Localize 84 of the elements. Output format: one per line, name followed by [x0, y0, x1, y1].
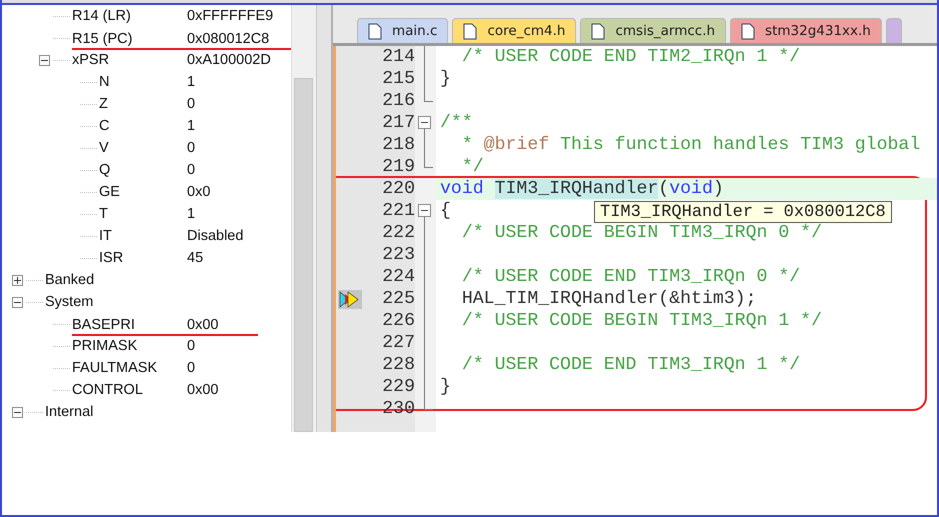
register-name: Banked — [45, 272, 96, 288]
register-value: 0 — [187, 360, 196, 376]
register-name: C — [99, 118, 110, 134]
register-value: 0x00 — [187, 316, 218, 332]
register-value: 0xA100002D — [187, 52, 271, 68]
code-line: /* USER CODE END TIM3_IRQn 1 */ — [460, 354, 800, 376]
register-name: System — [45, 294, 94, 310]
fold-end-line — [424, 156, 433, 168]
collapse-button[interactable] — [12, 296, 23, 308]
register-value: 0 — [187, 338, 196, 354]
code-line: void TIM3_IRQHandler(void) — [439, 178, 724, 200]
line-number: 218 — [382, 135, 415, 155]
register-name: T — [99, 206, 109, 222]
code-line: */ — [460, 156, 484, 178]
code-line: /* USER CODE END TIM2_IRQn 1 */ — [460, 46, 800, 68]
line-number: 228 — [382, 355, 415, 375]
register-name: FAULTMASK — [72, 360, 158, 376]
collapse-button[interactable] — [12, 406, 23, 418]
line-number: 216 — [382, 91, 415, 111]
expand-button[interactable] — [12, 274, 23, 286]
tooltip: TIM3_IRQHandler = 0x080012C8 — [594, 201, 892, 223]
line-number: 219 — [382, 157, 415, 177]
code-line: } — [439, 376, 451, 398]
fold-button[interactable] — [418, 204, 431, 217]
code-line: * @brief This function handles TIM3 global — [460, 134, 920, 156]
register-value: 45 — [187, 250, 204, 266]
register-name: Z — [99, 96, 109, 112]
scrollbar[interactable] — [291, 5, 316, 432]
file-icon — [591, 22, 606, 40]
register-name: xPSR — [72, 52, 110, 68]
line-number: 214 — [382, 47, 415, 67]
register-value: 0x080012C8 — [187, 30, 270, 46]
register-value: 0 — [187, 162, 196, 178]
code-line: /* USER CODE BEGIN TIM3_IRQn 0 */ — [460, 222, 822, 244]
collapse-button[interactable] — [39, 54, 50, 66]
line-number: 222 — [382, 223, 415, 243]
register-value: 0x0 — [187, 184, 210, 200]
register-name: BASEPRI — [72, 316, 136, 332]
register-value: 0x00 — [187, 382, 218, 398]
register-name: IT — [99, 228, 113, 244]
register-name: R14 (LR) — [72, 8, 132, 24]
editor-tab[interactable]: stm32g431xx.h — [730, 18, 882, 43]
register-name: N — [99, 74, 110, 90]
editor-tab[interactable]: cmsis_armcc.h — [580, 18, 726, 43]
register-value: 1 — [187, 206, 196, 222]
line-number: 220 — [382, 179, 415, 199]
line-number: 229 — [382, 377, 415, 397]
line-number: 223 — [382, 245, 415, 265]
code-line: { — [439, 200, 451, 222]
code-line: /* USER CODE END TIM3_IRQn 0 */ — [460, 266, 800, 288]
editor-tab[interactable]: main.c — [357, 18, 448, 43]
fold-button[interactable] — [418, 116, 431, 129]
register-name: V — [99, 140, 110, 156]
file-icon — [368, 22, 382, 40]
code-line: HAL_TIM_IRQHandler(&htim3); — [460, 288, 757, 310]
code-line: } — [439, 68, 451, 90]
register-name: CONTROL — [72, 382, 144, 398]
register-value: 1 — [187, 74, 196, 90]
register-name: ISR — [99, 250, 124, 266]
line-number: 225 — [382, 289, 415, 309]
fold-end-line — [424, 90, 433, 102]
scrollbar-thumb[interactable] — [294, 78, 313, 432]
line-number: 227 — [382, 333, 415, 353]
editor-tab[interactable]: core_cm4.h — [452, 18, 576, 43]
line-number: 217 — [382, 113, 415, 133]
file-icon — [463, 22, 478, 40]
register-name: PRIMASK — [72, 338, 138, 354]
register-name: R15 (PC) — [72, 30, 134, 46]
file-icon — [741, 22, 756, 40]
register-value: 1 — [187, 118, 196, 134]
register-value: 0 — [187, 140, 196, 156]
register-name: Q — [99, 162, 112, 178]
register-value: Disabled — [187, 228, 244, 244]
line-number: 221 — [382, 201, 415, 221]
register-value: 0xFFFFFFE9 — [187, 8, 274, 24]
register-name: GE — [99, 184, 121, 200]
line-number: 215 — [382, 69, 415, 89]
line-number: 226 — [382, 311, 415, 331]
register-name: Internal — [45, 404, 94, 420]
code-line: /* USER CODE BEGIN TIM3_IRQn 1 */ — [460, 310, 822, 332]
line-number: 224 — [382, 267, 415, 287]
code-line: /** — [439, 112, 473, 134]
register-value: 0 — [187, 96, 196, 112]
fold-end-line — [424, 398, 433, 410]
